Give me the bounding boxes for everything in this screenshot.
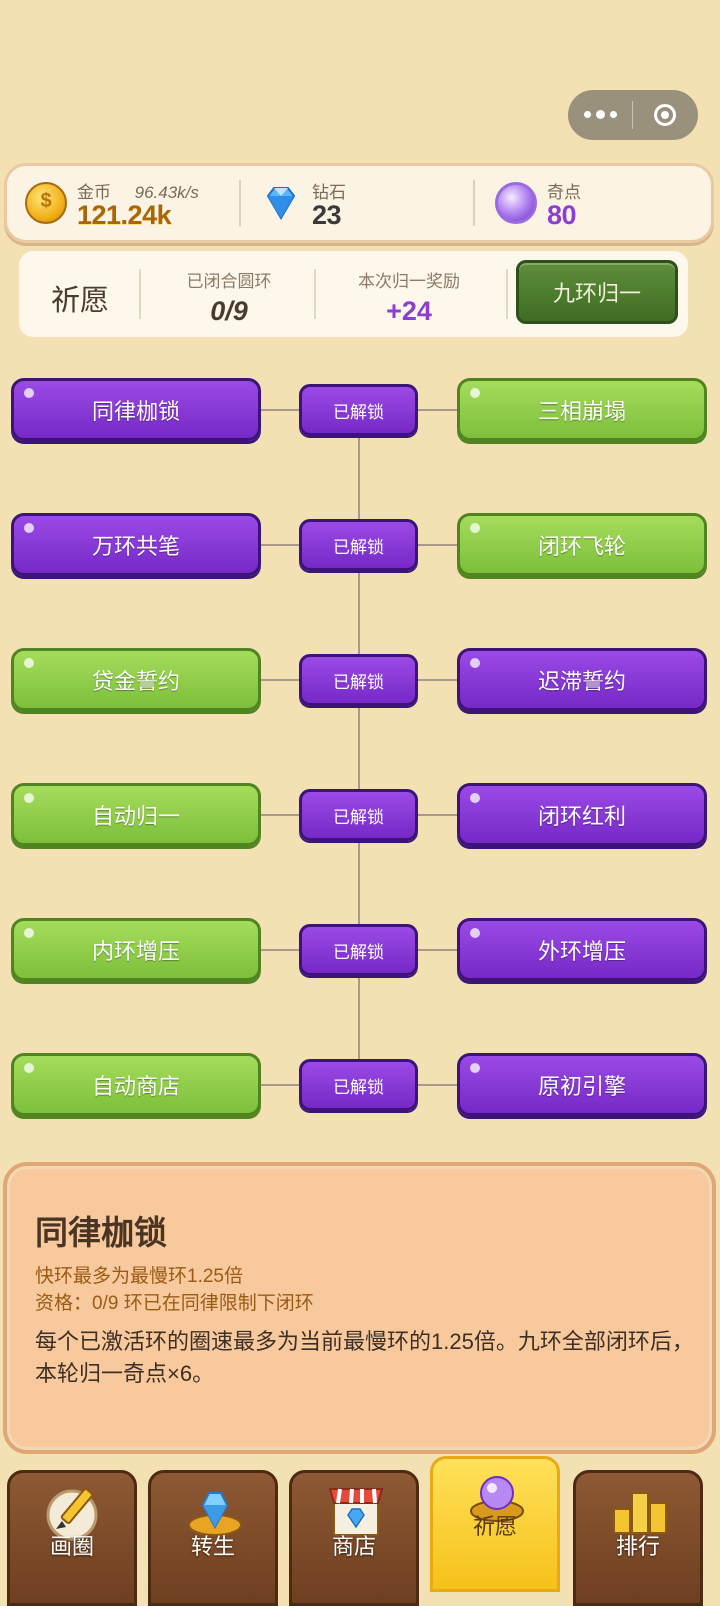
unlocked-badge[interactable]: 已解锁 — [299, 789, 418, 841]
reward-label: 本次归一奖励 — [358, 272, 460, 291]
diamond-resource: 钻石 23 — [260, 174, 460, 236]
wish-status-bar: 祈愿 已闭合圆环 0/9 本次归一奖励 +24 九环归一 — [19, 251, 688, 337]
tree-trunk-line — [358, 412, 360, 1100]
unlocked-badge[interactable]: 已解锁 — [299, 384, 418, 436]
talent-node[interactable]: 自动商店 — [11, 1053, 261, 1116]
talent-node[interactable]: 自动归一 — [11, 783, 261, 846]
orb-icon — [495, 182, 537, 224]
divider — [473, 180, 475, 226]
talent-node[interactable]: 闭环红利 — [457, 783, 707, 846]
talent-node[interactable]: 三相崩塌 — [457, 378, 707, 441]
miniprogram-capsule — [568, 90, 698, 140]
closed-rings-value: 0/9 — [210, 296, 248, 326]
gold-resource: 金币 96.43k/s 121.24k — [25, 174, 235, 236]
closed-rings: 已闭合圆环 0/9 — [154, 267, 304, 327]
talent-node[interactable]: 原初引擎 — [457, 1053, 707, 1116]
resource-bar: 金币 96.43k/s 121.24k 钻石 23 奇点 80 — [4, 163, 714, 243]
talent-node[interactable]: 外环增压 — [457, 918, 707, 981]
talent-node[interactable]: 闭环飞轮 — [457, 513, 707, 576]
talent-detail-panel: 同律枷锁 快环最多为最慢环1.25倍 资格：0/9 环已在同律限制下闭环 每个已… — [3, 1162, 716, 1454]
talent-effect: 快环最多为最慢环1.25倍 — [35, 1266, 243, 1287]
closed-rings-label: 已闭合圆环 — [186, 272, 272, 291]
bottom-nav: 画圈 转生 商店 祈愿 排行 — [0, 1456, 720, 1606]
singularity-value: 80 — [547, 200, 577, 230]
divider — [139, 269, 141, 319]
tab-rebirth[interactable]: 转生 — [148, 1470, 278, 1606]
reward: 本次归一奖励 +24 — [334, 267, 484, 327]
tab-label: 祈愿 — [472, 1514, 517, 1539]
divider — [314, 269, 316, 319]
diamond-value: 23 — [312, 200, 342, 230]
gold-value: 121.24k — [77, 200, 172, 230]
tab-shop[interactable]: 商店 — [289, 1470, 419, 1606]
tab-ranking[interactable]: 排行 — [573, 1470, 703, 1606]
talent-qualification: 资格：0/9 环已在同律限制下闭环 — [35, 1293, 314, 1314]
tab-wish[interactable]: 祈愿 — [430, 1456, 560, 1592]
unlocked-badge[interactable]: 已解锁 — [299, 924, 418, 976]
unlocked-badge[interactable]: 已解锁 — [299, 519, 418, 571]
talent-node[interactable]: 迟滞誓约 — [457, 648, 707, 711]
talent-node[interactable]: 同律枷锁 — [11, 378, 261, 441]
talent-tree: 同律枷锁 已解锁 三相崩塌 万环共笔 已解锁 闭环飞轮 贷金誓约 已解锁 迟滞誓约 自动归一 已解锁… — [0, 370, 720, 1130]
wish-title: 祈愿 — [51, 285, 110, 317]
tab-label: 转生 — [190, 1534, 235, 1559]
tab-label: 画圈 — [49, 1534, 94, 1559]
nine-rings-unify-button[interactable]: 九环归一 — [516, 260, 678, 324]
talent-node[interactable]: 内环增压 — [11, 918, 261, 981]
diamond-icon — [266, 187, 296, 220]
talent-node[interactable]: 贷金誓约 — [11, 648, 261, 711]
divider — [506, 269, 508, 319]
singularity-resource: 奇点 80 — [495, 174, 695, 236]
talent-description: 每个已激活环的圈速最多为当前最慢环的1.25倍。九环全部闭环后，本轮归一奇点×6… — [35, 1329, 694, 1386]
target-icon[interactable] — [633, 104, 697, 126]
unlocked-badge[interactable]: 已解锁 — [299, 654, 418, 706]
tab-label: 排行 — [615, 1534, 660, 1559]
more-dots-icon[interactable] — [568, 110, 632, 119]
tab-draw[interactable]: 画圈 — [7, 1470, 137, 1606]
tab-label: 商店 — [331, 1534, 376, 1559]
coin-icon — [25, 182, 67, 224]
reward-value: +24 — [386, 296, 432, 326]
talent-name: 同律枷锁 — [35, 1214, 167, 1251]
talent-node[interactable]: 万环共笔 — [11, 513, 261, 576]
unlocked-badge[interactable]: 已解锁 — [299, 1059, 418, 1111]
divider — [239, 180, 241, 226]
